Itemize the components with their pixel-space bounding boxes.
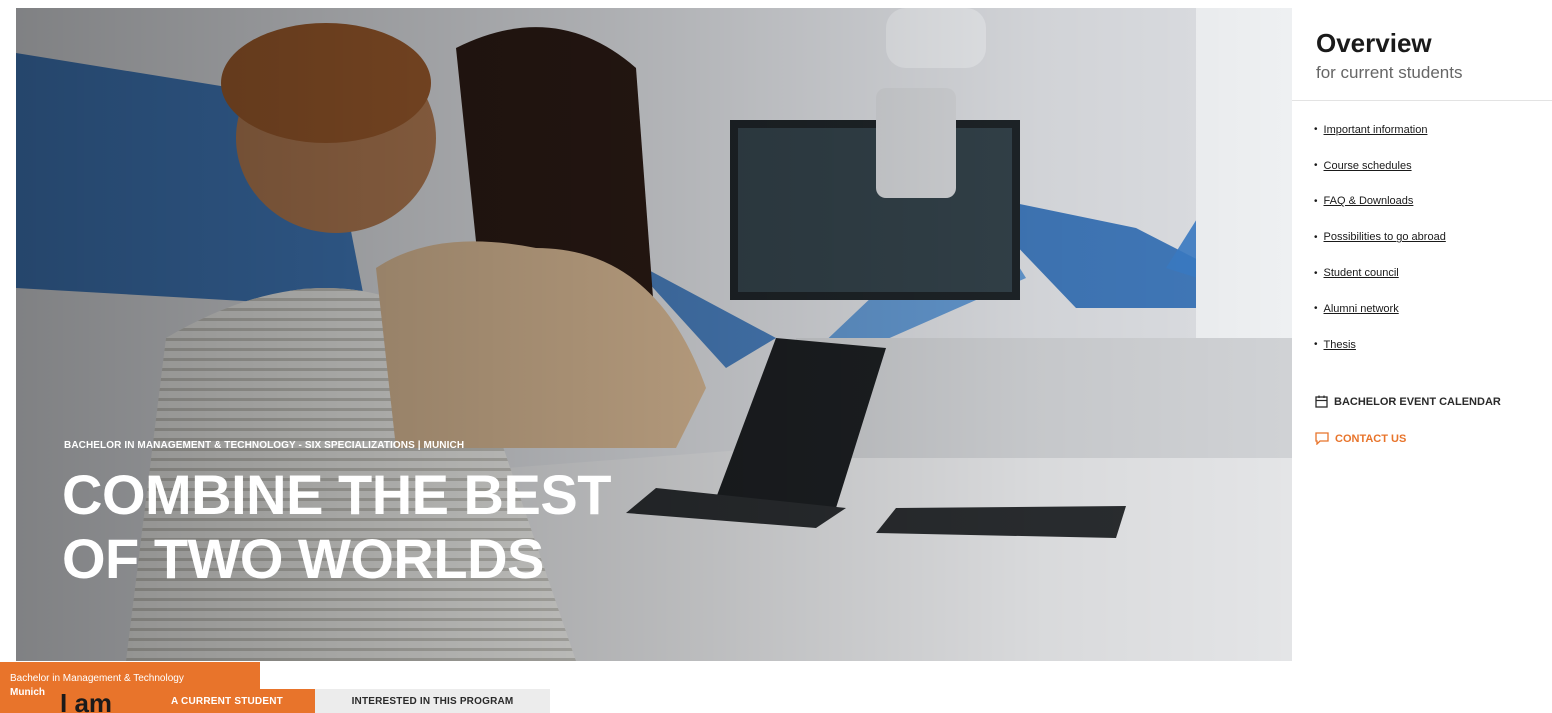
i-am-label: I am	[60, 688, 113, 713]
bachelor-event-calendar-link[interactable]: BACHELOR EVENT CALENDAR	[1315, 395, 1501, 408]
overview-sidebar: Overview for current students • Important…	[1292, 8, 1552, 661]
sidebar-link[interactable]: Course schedules	[1324, 160, 1412, 172]
bullet-icon: •	[1314, 160, 1318, 172]
hero-title-line1: COMBINE THE BEST	[62, 463, 611, 526]
sidebar-item-course-schedules[interactable]: • Course schedules	[1314, 148, 1446, 184]
sidebar-link[interactable]: Important information	[1324, 124, 1428, 136]
sidebar-item-important-information[interactable]: • Important information	[1314, 112, 1446, 148]
sidebar-link-list: • Important information • Course schedules…	[1314, 112, 1446, 363]
sidebar-subtitle: for current students	[1316, 63, 1463, 82]
sidebar-title: Overview	[1316, 28, 1432, 58]
sidebar-link[interactable]: Thesis	[1324, 339, 1356, 351]
sidebar-link[interactable]: Possibilities to go abroad	[1324, 231, 1446, 243]
calendar-label: BACHELOR EVENT CALENDAR	[1334, 395, 1501, 408]
bullet-icon: •	[1314, 231, 1318, 243]
hero-title-line2: OF TWO WORLDS	[62, 527, 544, 590]
sidebar-divider	[1292, 100, 1552, 101]
sidebar-link[interactable]: Student council	[1324, 267, 1399, 279]
hero-eyebrow: BACHELOR IN MANAGEMENT & TECHNOLOGY - SI…	[64, 440, 465, 451]
hero-title: COMBINE THE BEST OF TWO WORLDS	[62, 463, 762, 591]
sidebar-item-thesis[interactable]: • Thesis	[1314, 327, 1446, 363]
contact-us-link[interactable]: CONTACT US	[1315, 432, 1406, 445]
bullet-icon: •	[1314, 339, 1318, 351]
bullet-icon: •	[1314, 303, 1318, 315]
hero-banner: BACHELOR IN MANAGEMENT & TECHNOLOGY - SI…	[16, 8, 1292, 661]
tab-current-student[interactable]: A CURRENT STUDENT	[139, 689, 315, 713]
sidebar-item-student-council[interactable]: • Student council	[1314, 255, 1446, 291]
chat-bubble-icon	[1315, 432, 1329, 445]
contact-label: CONTACT US	[1335, 432, 1407, 445]
tab-interested-in-program[interactable]: INTERESTED IN THIS PROGRAM	[315, 689, 550, 713]
sidebar-link[interactable]: Alumni network	[1324, 303, 1399, 315]
bullet-icon: •	[1314, 195, 1318, 207]
bullet-icon: •	[1314, 267, 1318, 279]
sidebar-item-faq-downloads[interactable]: • FAQ & Downloads	[1314, 184, 1446, 220]
sidebar-link[interactable]: FAQ & Downloads	[1324, 195, 1414, 207]
program-name: Bachelor in Management & Technology	[10, 673, 184, 684]
sidebar-item-alumni-network[interactable]: • Alumni network	[1314, 291, 1446, 327]
sidebar-item-go-abroad[interactable]: • Possibilities to go abroad	[1314, 219, 1446, 255]
bullet-icon: •	[1314, 124, 1318, 136]
calendar-icon	[1315, 395, 1328, 408]
